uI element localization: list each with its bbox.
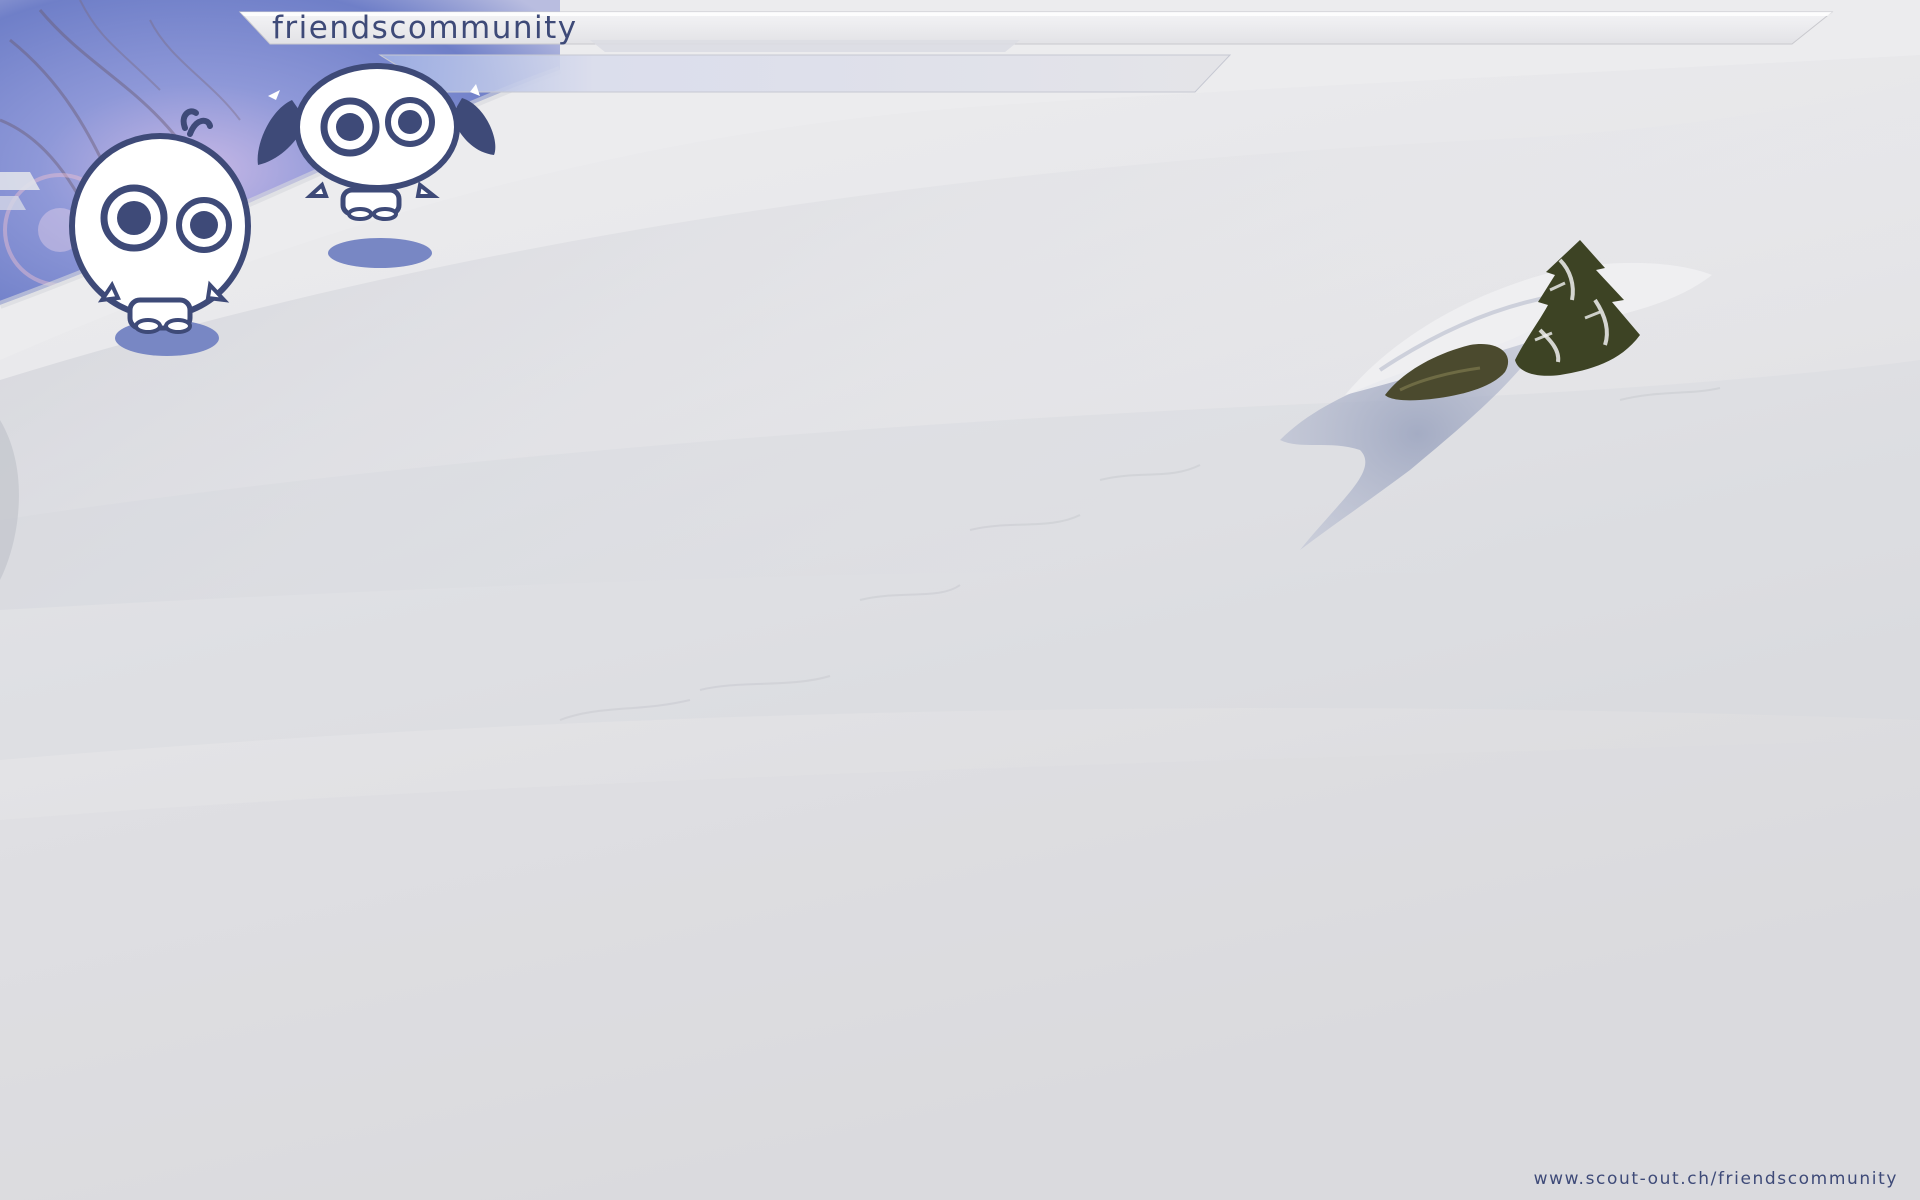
wallpaper-title: friendscommunity	[272, 10, 578, 46]
desktop-wallpaper	[0, 0, 1920, 1200]
wallpaper-url: www.scout-out.ch/friendscommunity	[1533, 1169, 1898, 1189]
